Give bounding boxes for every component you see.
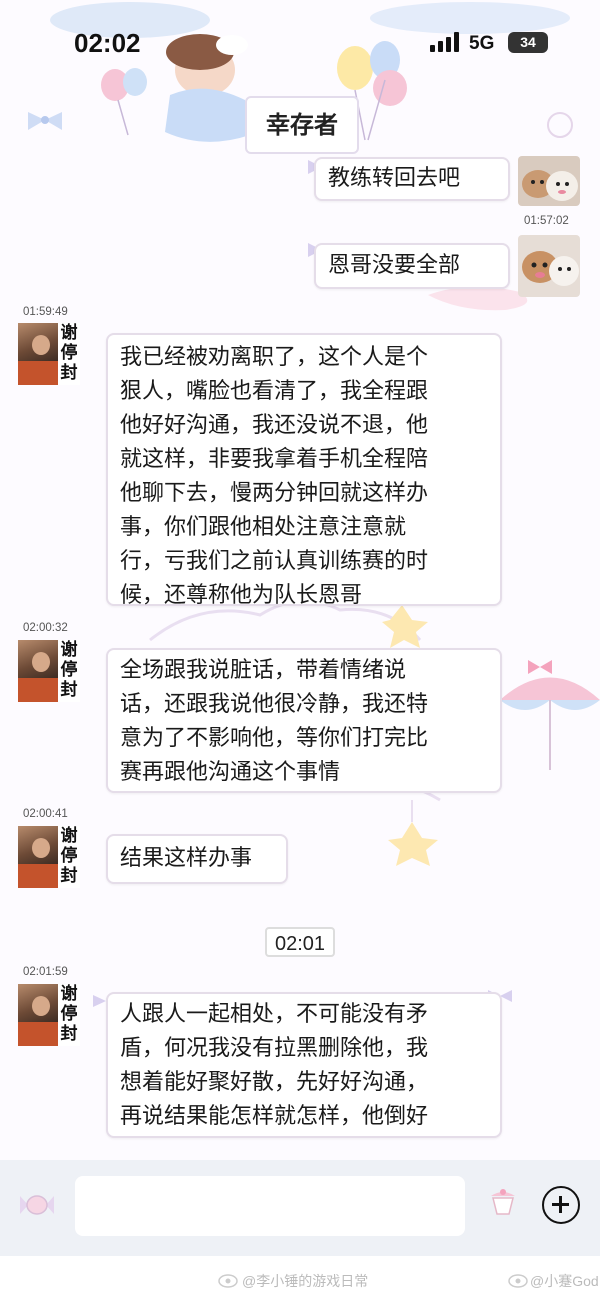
self-avatar[interactable] bbox=[518, 235, 580, 297]
message-timestamp: 02:00:32 bbox=[23, 622, 68, 634]
message-bubble-received[interactable]: 结果这样办事 bbox=[106, 834, 288, 884]
message-timestamp: 01:59:49 bbox=[23, 306, 68, 318]
avatar-name-label: 谢停封 bbox=[58, 640, 80, 702]
watermark-right: @小蹇God bbox=[530, 1273, 599, 1289]
avatar-name-label: 谢停封 bbox=[58, 984, 80, 1046]
sender-avatar[interactable]: 谢停封 bbox=[18, 826, 80, 888]
message-line: 就这样，非要我拿着手机全程陪 bbox=[120, 447, 429, 472]
status-time: 02:02 bbox=[74, 28, 141, 58]
message-line: 事，你们跟他相处注意注意就 bbox=[120, 515, 407, 540]
avatar-photo bbox=[18, 323, 58, 385]
cup-icon[interactable] bbox=[485, 1186, 521, 1222]
cat-avatar-icon bbox=[518, 156, 580, 206]
weibo-icon bbox=[508, 1274, 528, 1288]
message-timestamp: 02:01:59 bbox=[23, 966, 68, 978]
umbrella-illustration bbox=[500, 660, 600, 770]
plus-icon[interactable] bbox=[542, 1186, 580, 1224]
message-line: 我已经被劝离职了，这个人是个 bbox=[120, 345, 429, 370]
signal-icon bbox=[430, 32, 459, 52]
message-line: 全场跟我说脏话，带着情绪说 bbox=[120, 658, 407, 683]
sender-avatar[interactable]: 谢停封 bbox=[18, 323, 80, 385]
cat-avatar-icon bbox=[518, 235, 580, 297]
message-line: 意为了不影响他，等你们打完比 bbox=[120, 726, 429, 751]
message-bubble-received[interactable]: 全场跟我说脏话，带着情绪说 话，还跟我说他很冷静，我还特 意为了不影响他，等你们… bbox=[106, 648, 502, 793]
message-line: 话，还跟我说他很冷静，我还特 bbox=[120, 692, 429, 717]
avatar-name-label: 谢停封 bbox=[58, 323, 80, 385]
message-line: 盾，何况我没有拉黑删除他，我 bbox=[120, 1036, 429, 1061]
message-line: 狠人，嘴脸也看清了，我全程跟 bbox=[120, 379, 429, 404]
message-line: 结果这样办事 bbox=[120, 846, 253, 871]
candy-icon[interactable] bbox=[18, 1192, 56, 1218]
message-timestamp: 01:57:02 bbox=[524, 215, 569, 227]
message-line: 他好好沟通，我还没说不退，他 bbox=[120, 413, 429, 438]
battery-icon: 34 bbox=[508, 32, 548, 53]
avatar-photo bbox=[18, 984, 58, 1046]
message-line: 行，亏我们之前认真训练赛的时 bbox=[120, 549, 429, 574]
network-type: 5G bbox=[469, 33, 495, 54]
message-timestamp: 02:00:41 bbox=[23, 808, 68, 820]
avatar-name-label: 谢停封 bbox=[58, 826, 80, 888]
status-bar: 02:02 5G 34 bbox=[0, 0, 600, 90]
avatar-photo bbox=[18, 640, 58, 702]
message-line: 赛再跟他沟通这个事情 bbox=[120, 760, 341, 785]
message-bubble-sent[interactable]: 教练转回去吧 bbox=[314, 157, 510, 201]
chat-time-divider: 02:01 bbox=[265, 927, 335, 957]
message-line: 他聊下去，慢两分钟回就这样办 bbox=[120, 481, 429, 506]
avatar-photo bbox=[18, 826, 58, 888]
weibo-icon bbox=[218, 1274, 238, 1288]
bow-icon bbox=[28, 112, 62, 130]
message-line: 人跟人一起相处，不可能没有矛 bbox=[120, 1002, 429, 1027]
message-text: 教练转回去吧 bbox=[328, 166, 461, 191]
message-line: 再说结果能怎样就怎样，他倒好 bbox=[120, 1104, 429, 1129]
message-bubble-received[interactable]: 我已经被劝离职了，这个人是个 狠人，嘴脸也看清了，我全程跟 他好好沟通，我还没说… bbox=[106, 333, 502, 608]
message-text: 恩哥没要全部 bbox=[328, 253, 461, 278]
sender-avatar[interactable]: 谢停封 bbox=[18, 640, 80, 702]
message-input[interactable] bbox=[75, 1176, 465, 1236]
message-bubble-sent[interactable]: 恩哥没要全部 bbox=[314, 243, 510, 289]
self-avatar[interactable] bbox=[518, 156, 580, 206]
message-bubble-received[interactable]: 人跟人一起相处，不可能没有矛 盾，何况我没有拉黑删除他，我 想着能好聚好散，先好… bbox=[106, 992, 502, 1138]
sender-avatar[interactable]: 谢停封 bbox=[18, 984, 80, 1046]
chat-title: 幸存者 bbox=[245, 96, 359, 154]
watermark-left: @李小锤的游戏日常 bbox=[242, 1273, 369, 1289]
message-line: 想着能好聚好散，先好好沟通， bbox=[120, 1070, 429, 1095]
message-line: 候，还尊称他为队长恩哥 bbox=[120, 583, 363, 608]
